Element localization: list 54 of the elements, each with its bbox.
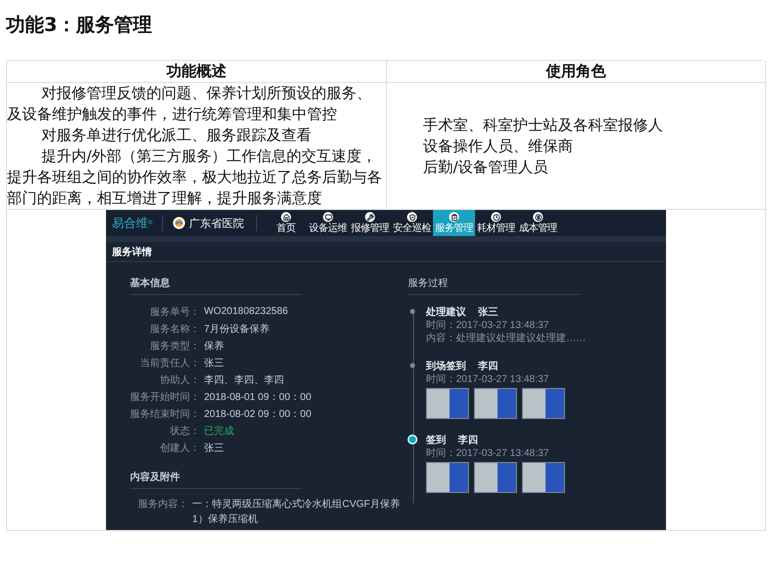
field-value: 2018-08-02 09：00：00 <box>203 408 312 420</box>
content-line: 1）保养压缩机 <box>191 512 259 527</box>
content-line: 一：特灵两级压缩离心式冷水机组CVGF月保养 <box>191 498 400 512</box>
step-time: 时间：2017-03-27 13:48:37 <box>426 373 550 386</box>
field-label: 服务类型： <box>149 340 200 352</box>
step-person: 李四 <box>478 361 498 373</box>
nav-tab[interactable]: 成本管理 <box>517 210 559 236</box>
role-text: 手术室、科室护士站及各科室报修人 <box>423 114 664 136</box>
overview-paragraph: 对服务单进行优化派工、服务跟踪及查看 <box>40 125 312 146</box>
section-title: 服务过程 <box>408 276 580 295</box>
nav-icon <box>449 212 459 222</box>
section-title: 内容及附件 <box>130 470 302 489</box>
hospital-name: 广东省医院 <box>189 216 244 230</box>
role-text: 后勤/设备管理人员 <box>423 156 550 178</box>
step-title: 到场签到 <box>426 361 466 373</box>
step-title: 处理建议 <box>426 307 466 319</box>
step-time: 时间：2017-03-27 13:48:37 <box>426 319 550 332</box>
field-value: 7月份设备保养 <box>203 322 270 336</box>
field-value: 保养 <box>203 340 224 352</box>
field-label: 服务结束时间： <box>130 408 200 420</box>
step-person: 张三 <box>478 307 498 319</box>
field-label: 创建人： <box>159 442 200 454</box>
overview-paragraph: 对报修管理反馈的问题、保养计划所预设的服务、及设备维护触发的事件，进行统筹管理和集中管控 <box>7 83 372 125</box>
page-heading: 功能3：服务管理 <box>6 13 154 38</box>
nav-tab[interactable]: 耗材管理 <box>475 210 517 236</box>
field-label: 协助人： <box>159 374 200 386</box>
status-value: 已完成 <box>203 424 234 438</box>
hospital-logo-icon <box>173 217 185 229</box>
app-logo: 易合维$^{®}$ <box>106 215 163 231</box>
field-label: 服务单号： <box>149 306 200 318</box>
overview-paragraph: 提升内/外部（第三方服务）工作信息的交互速度，提升各班组之间的协作效率，极大地拉近了总务后勤与各部门的距离，相互增进了理解，提升服务满意度 <box>7 146 383 209</box>
nav-tab[interactable]: 安全巡检 <box>391 210 433 236</box>
column-header: 使用角色 <box>387 61 766 83</box>
column-header: 功能概述 <box>7 61 387 83</box>
nav-tab[interactable]: 报修管理 <box>349 210 391 236</box>
field-label: 服务内容： <box>137 498 188 511</box>
field-value: WO201808232586 <box>203 306 288 317</box>
field-label: 状态： <box>169 424 200 438</box>
field-label: 服务名称： <box>149 322 200 336</box>
step-content: 内容：处理建议处理建议处理建…… <box>426 332 587 345</box>
field-value: 张三 <box>203 356 224 370</box>
step-person: 李四 <box>458 435 478 447</box>
step-time: 时间：2017-03-27 13:48:37 <box>426 447 550 460</box>
role-text: 设备操作人员、维保商 <box>423 136 574 156</box>
field-label: 服务开始时间： <box>130 390 200 404</box>
field-label: 当前责任人： <box>139 356 200 370</box>
nav-tab[interactable]: 设备运维 <box>307 210 349 236</box>
page-title: 服务详情 <box>106 242 666 262</box>
step-title: 签到 <box>426 435 446 447</box>
field-value: 张三 <box>203 442 224 454</box>
field-value: 2018-08-01 09：00：00 <box>203 390 312 404</box>
field-value: 李四、李四、李四 <box>203 374 284 386</box>
nav-tab[interactable]: 首页 <box>265 210 307 236</box>
section-title: 基本信息 <box>130 276 302 295</box>
